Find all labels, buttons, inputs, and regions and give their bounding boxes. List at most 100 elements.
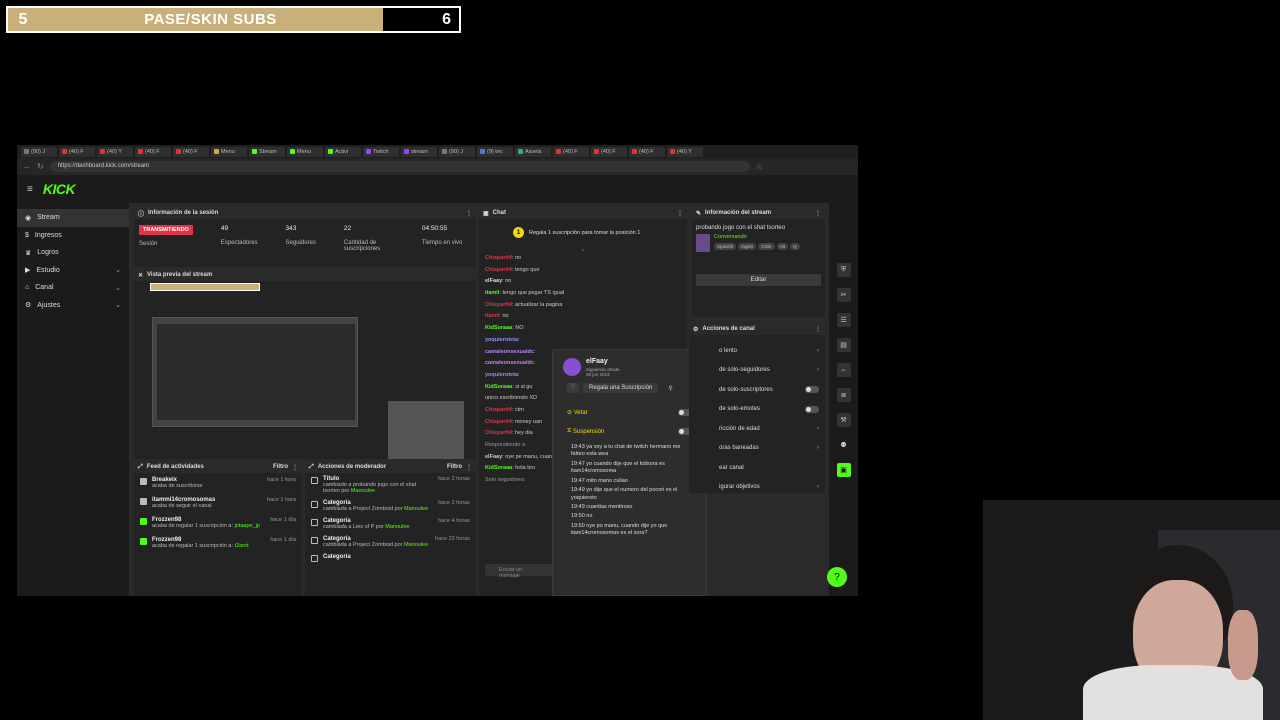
- more-icon[interactable]: ⋮: [292, 464, 298, 471]
- url-input[interactable]: https://dashboard.kick.com/stream: [49, 161, 750, 172]
- user-card-name[interactable]: elFaay: [586, 358, 620, 365]
- browser-tab[interactable]: (40) F: [553, 146, 589, 157]
- chat-username[interactable]: KidSoraaa: [485, 384, 512, 390]
- chat-username[interactable]: Chisparit4: [485, 255, 512, 261]
- browser-tab[interactable]: Menu: [211, 146, 247, 157]
- chat-username[interactable]: Chisparit4: [485, 430, 512, 436]
- tool-shield-icon[interactable]: ⛨: [836, 263, 851, 277]
- kick-logo[interactable]: KICK: [43, 181, 76, 197]
- browser-tab[interactable]: (40) F: [629, 146, 665, 157]
- collapse-icon[interactable]: ⌄: [479, 246, 687, 253]
- tool-chat-icon[interactable]: ▤: [836, 338, 851, 352]
- stream-tag[interactable]: Chile: [758, 243, 775, 250]
- stream-tag[interactable]: Spanish: [714, 243, 737, 250]
- more-icon[interactable]: ⋮: [466, 210, 472, 217]
- chat-username[interactable]: itamii: [485, 290, 499, 296]
- tool-db-icon[interactable]: ≣: [836, 388, 851, 402]
- tool-expand-icon[interactable]: ⇔: [836, 363, 851, 377]
- category-name[interactable]: Conversando: [714, 234, 800, 240]
- chat-username[interactable]: yoquieroteta: [485, 372, 518, 378]
- browser-tab[interactable]: Stream: [249, 146, 285, 157]
- browser-tab[interactable]: (40) F: [59, 146, 95, 157]
- tool-users-icon[interactable]: ⚉: [837, 438, 851, 452]
- tool-list-icon[interactable]: ☰: [836, 313, 851, 327]
- activity-filter-button[interactable]: Filtro: [273, 464, 288, 470]
- close-icon[interactable]: ✕: [138, 272, 143, 279]
- chat-username[interactable]: elFaay: [485, 454, 502, 460]
- star-icon[interactable]: ☆: [756, 162, 763, 171]
- browser-tab-strip[interactable]: (90) J (40) F (40) Y (40) F (40) F Menu Stream…: [17, 145, 858, 158]
- chat-username[interactable]: Chisparit4: [485, 407, 512, 413]
- chat-username[interactable]: KidSoraaa: [485, 325, 512, 331]
- pin-icon[interactable]: ⚲: [668, 385, 672, 392]
- more-icon[interactable]: ⋮: [815, 210, 821, 217]
- browser-tab[interactable]: (40) F: [591, 146, 627, 157]
- chat-username[interactable]: Chisparit4: [485, 419, 512, 425]
- channel-action-item[interactable]: de solo-seguidores ›: [689, 361, 825, 381]
- browser-tab[interactable]: (9) tec: [477, 146, 513, 157]
- sidebar-item-logros[interactable]: ♛ Logros: [17, 244, 129, 262]
- browser-tab[interactable]: Assets: [515, 146, 551, 157]
- more-icon[interactable]: ⋮: [815, 326, 821, 333]
- channel-action-item[interactable]: igurar objetivos ›: [689, 478, 825, 498]
- browser-tab[interactable]: Twitch: [363, 146, 399, 157]
- tool-clip-icon[interactable]: ✂: [836, 288, 851, 302]
- refresh-icon[interactable]: ↻: [37, 162, 44, 171]
- browser-tab[interactable]: (40) Y: [97, 146, 133, 157]
- channel-action-item[interactable]: ear canal: [689, 458, 825, 478]
- edit-stream-button[interactable]: Editar: [696, 274, 821, 286]
- channel-action-item[interactable]: oras baneadas ›: [689, 439, 825, 459]
- mod-action-by[interactable]: Manoulee: [385, 524, 409, 530]
- sidebar-item-ingresos[interactable]: $ Ingresos: [17, 227, 129, 245]
- chat-username[interactable]: Chisparit4: [485, 267, 512, 273]
- browser-tab[interactable]: Menu: [287, 146, 323, 157]
- activity-target[interactable]: jotaape_jp: [235, 523, 260, 529]
- expand-icon[interactable]: ⤢: [309, 464, 314, 471]
- chat-username[interactable]: Chisparit4: [485, 302, 512, 308]
- mod-action-by[interactable]: Manoulee: [404, 542, 428, 548]
- gift-sub-button[interactable]: Regala una Suscripción: [583, 383, 659, 393]
- browser-tab[interactable]: (40) Y: [667, 146, 703, 157]
- mod-action-by[interactable]: Manoulee: [404, 506, 428, 512]
- expand-icon[interactable]: ⤢: [138, 464, 143, 471]
- browser-tab[interactable]: (40) F: [135, 146, 171, 157]
- chat-message: KidSoraaa: NO: [485, 325, 524, 332]
- sidebar-item-canal[interactable]: ⌂ Canal ⌄: [17, 279, 129, 297]
- chat-username[interactable]: elFaay: [485, 278, 502, 284]
- channel-action-item[interactable]: ricción de edad ›: [689, 419, 825, 439]
- stream-tag[interactable]: ry: [790, 243, 800, 250]
- channel-action-item[interactable]: de solo-emotes: [689, 400, 825, 420]
- mod-action-by[interactable]: Manoulee: [351, 488, 375, 494]
- activity-target[interactable]: t2arot: [235, 543, 249, 549]
- browser-tab[interactable]: (90) J: [439, 146, 475, 157]
- sidebar-item-stream[interactable]: ◉ Stream: [17, 209, 129, 227]
- mod-filter-button[interactable]: Filtro: [447, 464, 462, 470]
- more-icon[interactable]: ⋮: [677, 210, 683, 217]
- channel-action-toggle[interactable]: [805, 386, 819, 394]
- sidebar-item-estudio[interactable]: ▶ Estudio ⌄: [17, 262, 129, 280]
- sidebar-item-ajustes[interactable]: ⚙ Ajustes ⌄: [17, 297, 129, 315]
- channel-action-toggle[interactable]: [805, 405, 819, 413]
- help-button-icon[interactable]: ?: [827, 567, 847, 587]
- more-icon[interactable]: ⋮: [466, 464, 472, 471]
- pinned-gift-banner[interactable]: 1 Regala 1 suscripción para tomar la pos…: [479, 219, 687, 246]
- chat-username[interactable]: yoquieroteta: [485, 337, 518, 343]
- chat-username[interactable]: camaleonsexualdc: [485, 360, 534, 366]
- chat-username[interactable]: itamii: [485, 313, 499, 319]
- browser-tab[interactable]: (40) F: [173, 146, 209, 157]
- tool-wrench-icon[interactable]: ⚒: [836, 413, 851, 427]
- back-icon[interactable]: ←: [23, 162, 31, 171]
- chat-username[interactable]: camaleonsexualdc: [485, 349, 534, 355]
- channel-action-item[interactable]: de solo-suscriptores: [689, 380, 825, 400]
- chat-username[interactable]: KidSoraaa: [485, 465, 512, 471]
- tool-active-icon[interactable]: ▣: [836, 463, 851, 477]
- hamburger-menu-icon[interactable]: ≡: [27, 184, 33, 195]
- browser-tab[interactable]: Activi: [325, 146, 361, 157]
- stream-tag[interactable]: Ingles: [738, 243, 757, 250]
- chat-input[interactable]: Enviar un mensaje: [485, 564, 555, 579]
- channel-action-item[interactable]: o lento ›: [689, 341, 825, 361]
- heart-icon[interactable]: ♡: [567, 383, 579, 393]
- browser-tab[interactable]: stream: [401, 146, 437, 157]
- stream-tag[interactable]: Hit: [776, 243, 789, 250]
- browser-tab[interactable]: (90) J: [21, 146, 57, 157]
